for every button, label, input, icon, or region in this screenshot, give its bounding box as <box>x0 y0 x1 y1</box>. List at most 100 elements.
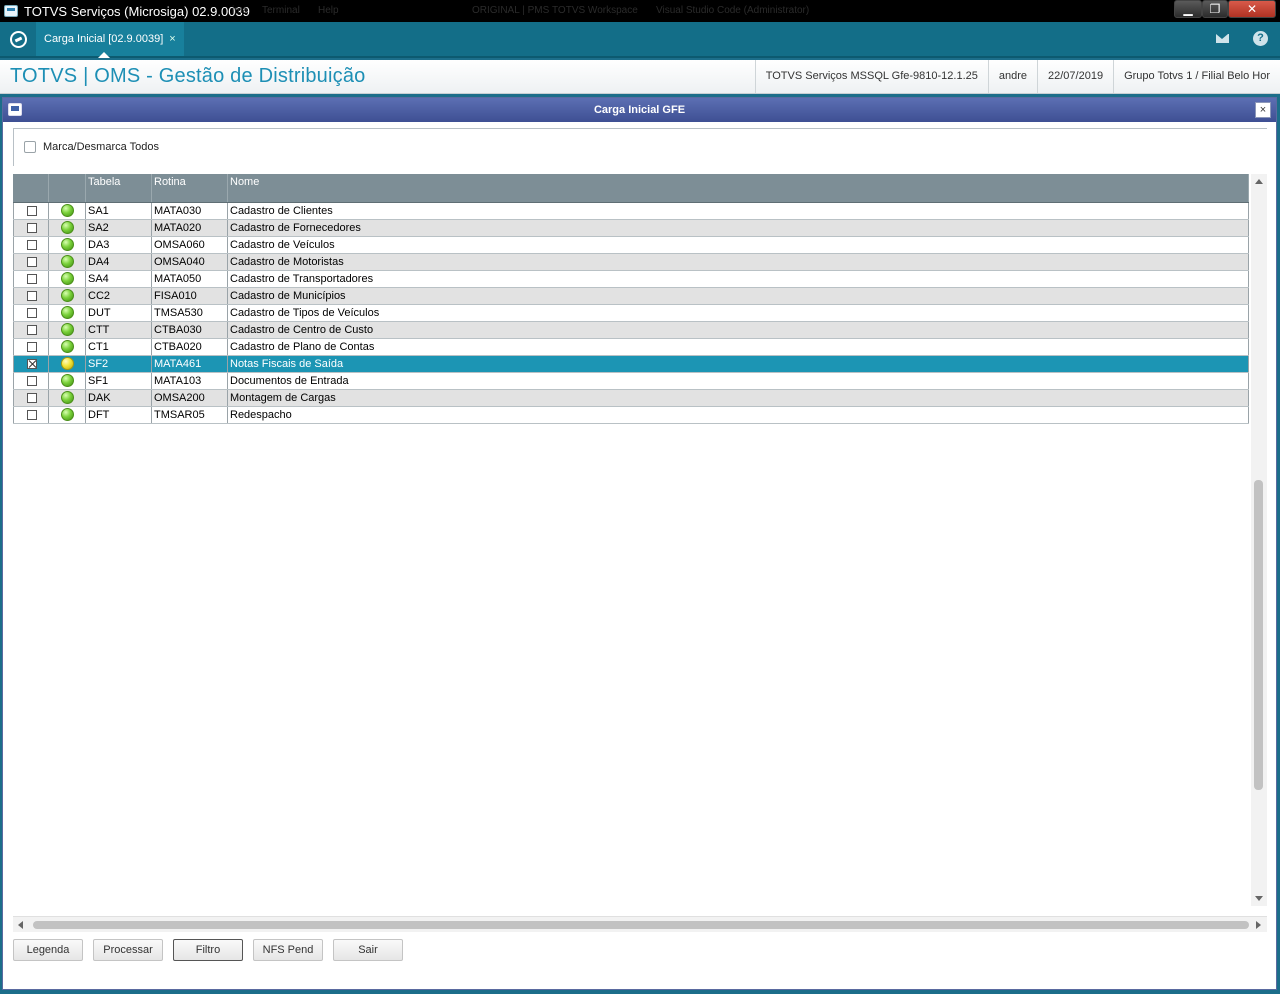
header-check-column[interactable] <box>13 174 49 202</box>
vertical-scroll-thumb[interactable] <box>1254 480 1263 790</box>
row-checkbox[interactable] <box>27 410 37 420</box>
status-green-icon <box>61 391 74 404</box>
tab-label: Carga Inicial [02.9.0039] <box>44 33 164 45</box>
grid-header: Tabela Rotina Nome <box>13 174 1249 203</box>
mail-icon[interactable] <box>1216 34 1229 43</box>
row-checkbox-cell[interactable] <box>13 373 49 389</box>
totvs-logo-icon[interactable] <box>10 31 27 48</box>
scroll-right-arrow-icon[interactable] <box>1256 921 1261 929</box>
header-rotina[interactable]: Rotina <box>152 174 228 202</box>
table-row[interactable]: DA4 OMSA040 Cadastro de Motoristas <box>13 254 1249 271</box>
tab-close-icon[interactable]: × <box>169 33 175 45</box>
ghost-task-item: Visual Studio Code (Administrator) <box>656 5 810 16</box>
table-row[interactable]: DUT TMSA530 Cadastro de Tipos de Veículos <box>13 305 1249 322</box>
cell-nome: Cadastro de Tipos de Veículos <box>228 305 1249 321</box>
date-label: 22/07/2019 <box>1037 60 1113 93</box>
cell-nome: Cadastro de Clientes <box>228 203 1249 219</box>
header-nome[interactable]: Nome <box>228 174 1249 202</box>
dialog-titlebar: Carga Inicial GFE × <box>3 98 1276 122</box>
row-status-cell <box>49 339 86 355</box>
vertical-scrollbar[interactable] <box>1251 174 1267 906</box>
processar-button[interactable]: Processar <box>93 939 163 961</box>
active-tab-caret-icon <box>98 52 110 58</box>
table-row[interactable]: DA3 OMSA060 Cadastro de Veículos <box>13 237 1249 254</box>
cell-rotina: TMSAR05 <box>152 407 228 423</box>
table-row[interactable]: SA2 MATA020 Cadastro de Fornecedores <box>13 220 1249 237</box>
row-checkbox[interactable] <box>27 291 37 301</box>
status-yellow-icon <box>61 357 74 370</box>
select-all-label[interactable]: Marca/Desmarca Todos <box>43 141 159 153</box>
row-checkbox-cell[interactable] <box>13 305 49 321</box>
session-info: TOTVS Serviços MSSQL Gfe-9810-12.1.25 an… <box>754 60 1280 93</box>
cell-nome: Cadastro de Transportadores <box>228 271 1249 287</box>
row-checkbox[interactable] <box>27 274 37 284</box>
row-status-cell <box>49 237 86 253</box>
sair-button[interactable]: Sair <box>333 939 403 961</box>
row-checkbox[interactable] <box>27 393 37 403</box>
scroll-up-arrow-icon[interactable] <box>1255 179 1263 184</box>
row-checkbox-cell[interactable] <box>13 339 49 355</box>
window-bottom-edge <box>0 990 1280 994</box>
table-row[interactable]: CC2 FISA010 Cadastro de Municípios <box>13 288 1249 305</box>
ghost-menu-item: ima <box>232 5 249 16</box>
table-row[interactable]: CTT CTBA030 Cadastro de Centro de Custo <box>13 322 1249 339</box>
row-checkbox-cell[interactable] <box>13 271 49 287</box>
row-checkbox-cell[interactable] <box>13 254 49 270</box>
minimize-button[interactable]: ▁ <box>1174 0 1202 18</box>
dialog-title: Carga Inicial GFE <box>593 104 686 116</box>
select-all-checkbox[interactable] <box>24 141 36 153</box>
table-row[interactable]: SA4 MATA050 Cadastro de Transportadores <box>13 271 1249 288</box>
ghost-task-item: TOTVS Workspace <box>552 5 638 16</box>
help-icon[interactable]: ? <box>1253 31 1268 46</box>
row-checkbox-cell[interactable] <box>13 407 49 423</box>
cell-tabela: DA3 <box>86 237 152 253</box>
maximize-button[interactable]: ❐ <box>1202 0 1228 18</box>
environment-label: TOTVS Serviços MSSQL Gfe-9810-12.1.25 <box>754 60 988 93</box>
horizontal-scrollbar[interactable] <box>13 916 1267 932</box>
row-checkbox[interactable] <box>27 342 37 352</box>
app-tabbar: Carga Inicial [02.9.0039] × ? <box>0 22 1280 58</box>
row-checkbox-cell[interactable] <box>13 203 49 219</box>
horizontal-scroll-thumb[interactable] <box>33 921 1249 929</box>
cell-nome: Montagem de Cargas <box>228 390 1249 406</box>
nfs-pend-button[interactable]: NFS Pend <box>253 939 323 961</box>
ghost-task-item: ORIGINAL | PMS <box>472 5 550 16</box>
row-status-cell <box>49 203 86 219</box>
scroll-down-arrow-icon[interactable] <box>1255 896 1263 901</box>
row-checkbox-cell[interactable] <box>13 390 49 406</box>
table-row[interactable]: DFT TMSAR05 Redespacho <box>13 407 1249 424</box>
row-checkbox-cell[interactable] <box>13 288 49 304</box>
filtro-button[interactable]: Filtro <box>173 939 243 961</box>
dialog-close-button[interactable]: × <box>1255 102 1271 118</box>
row-checkbox[interactable] <box>27 376 37 386</box>
close-window-button[interactable]: ✕ <box>1228 0 1276 18</box>
cell-nome: Cadastro de Fornecedores <box>228 220 1249 236</box>
row-checkbox[interactable] <box>27 257 37 267</box>
row-checkbox[interactable] <box>27 206 37 216</box>
row-checkbox-cell[interactable] <box>13 220 49 236</box>
table-row[interactable]: CT1 CTBA020 Cadastro de Plano de Contas <box>13 339 1249 356</box>
table-row[interactable]: SF2 MATA461 Notas Fiscais de Saída <box>13 356 1249 373</box>
table-row[interactable]: SA1 MATA030 Cadastro de Clientes <box>13 203 1249 220</box>
row-checkbox[interactable] <box>27 325 37 335</box>
cell-nome: Cadastro de Centro de Custo <box>228 322 1249 338</box>
row-checkbox[interactable] <box>27 308 37 318</box>
row-checkbox-cell[interactable] <box>13 237 49 253</box>
row-checkbox[interactable] <box>27 359 37 369</box>
table-row[interactable]: DAK OMSA200 Montagem de Cargas <box>13 390 1249 407</box>
action-buttons: Legenda Processar Filtro NFS Pend Sair <box>13 939 413 961</box>
row-checkbox-cell[interactable] <box>13 322 49 338</box>
tab-carga-inicial[interactable]: Carga Inicial [02.9.0039] × <box>36 22 184 58</box>
row-checkbox[interactable] <box>27 223 37 233</box>
header-status-column[interactable] <box>49 174 86 202</box>
header-tabela[interactable]: Tabela <box>86 174 152 202</box>
row-checkbox[interactable] <box>27 240 37 250</box>
table-row[interactable]: SF1 MATA103 Documentos de Entrada <box>13 373 1249 390</box>
row-status-cell <box>49 271 86 287</box>
scroll-left-arrow-icon[interactable] <box>18 921 23 929</box>
row-checkbox-cell[interactable] <box>13 356 49 372</box>
cell-nome: Cadastro de Municípios <box>228 288 1249 304</box>
legenda-button[interactable]: Legenda <box>13 939 83 961</box>
grid-body: SA1 MATA030 Cadastro de Clientes SA2 MATA020… <box>13 203 1249 424</box>
ghost-menu-item: Help <box>318 5 339 16</box>
